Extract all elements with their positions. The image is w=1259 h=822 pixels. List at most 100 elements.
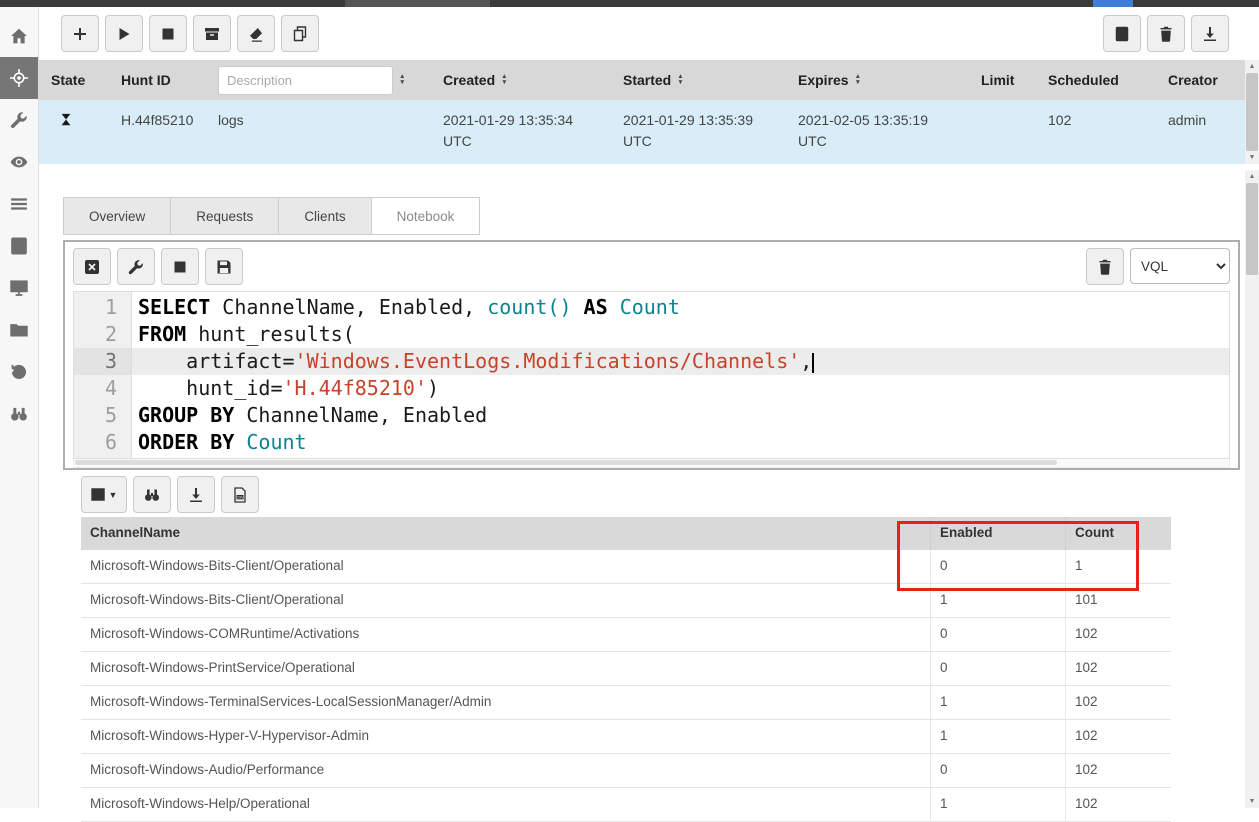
table-row[interactable]: Microsoft-Windows-TerminalServices-Local… bbox=[81, 686, 1171, 720]
binoculars-icon bbox=[144, 487, 160, 503]
description-filter-input[interactable] bbox=[218, 66, 393, 95]
column-header-created: Created ▲▼ bbox=[431, 60, 611, 100]
code-segment: ChannelName, Enabled, bbox=[210, 295, 487, 319]
sidebar-item-server-events[interactable] bbox=[0, 183, 38, 225]
close-cell-button[interactable] bbox=[73, 248, 111, 285]
download-results-button[interactable] bbox=[177, 476, 215, 513]
table-row[interactable]: Microsoft-Windows-Bits-Client/Operationa… bbox=[81, 584, 1171, 618]
code-line[interactable]: GROUP BY ChannelName, Enabled bbox=[132, 402, 1229, 429]
chrome-segment bbox=[345, 0, 490, 7]
tab-overview[interactable]: Overview bbox=[63, 197, 171, 235]
hunt-row-selected[interactable]: H.44f85210 logs 2021-01-29 13:35:34 UTC … bbox=[39, 100, 1259, 164]
column-select-button[interactable]: ▼ bbox=[81, 476, 127, 513]
sidebar-item-virtual-filesystem[interactable] bbox=[0, 267, 38, 309]
tab-notebook[interactable]: Notebook bbox=[371, 197, 481, 235]
scrollbar-thumb[interactable] bbox=[1246, 183, 1258, 275]
table-cell: 101 bbox=[1065, 584, 1171, 617]
sidebar-item-view-artifacts[interactable] bbox=[0, 141, 38, 183]
code-line[interactable]: hunt_id='H.44f85210') bbox=[132, 375, 1229, 402]
search-results-button[interactable] bbox=[133, 476, 171, 513]
sidebar-item-hunt-manager[interactable] bbox=[0, 57, 38, 99]
scroll-down-arrow[interactable]: ▼ bbox=[1245, 151, 1259, 164]
sort-toggle-expires[interactable]: ▲▼ bbox=[855, 74, 861, 86]
column-header-enabled[interactable]: Enabled bbox=[930, 517, 1065, 550]
crosshair-icon bbox=[10, 69, 28, 87]
table-row[interactable]: Microsoft-Windows-Hyper-V-Hypervisor-Adm… bbox=[81, 720, 1171, 754]
table-row[interactable]: Microsoft-Windows-COMRuntime/Activations… bbox=[81, 618, 1171, 652]
sort-toggle-started[interactable]: ▲▼ bbox=[677, 74, 683, 86]
scroll-up-arrow[interactable]: ▲ bbox=[1245, 60, 1259, 73]
sidebar-item-host-information[interactable] bbox=[0, 99, 38, 141]
code-segment bbox=[572, 295, 584, 319]
cell-language-selector[interactable]: VQL bbox=[1130, 248, 1230, 284]
sidebar-item-client-events[interactable] bbox=[0, 351, 38, 393]
csv-file-icon: CSV bbox=[232, 487, 248, 503]
table-row[interactable]: Microsoft-Windows-Help/Operational1102 bbox=[81, 788, 1171, 822]
table-cell: 102 bbox=[1065, 652, 1171, 685]
table-row[interactable]: Microsoft-Windows-PrintService/Operation… bbox=[81, 652, 1171, 686]
tab-clients[interactable]: Clients bbox=[278, 197, 371, 235]
hunt-created-cell: 2021-01-29 13:35:34 UTC bbox=[431, 100, 611, 164]
column-header-hunt-id: Hunt ID bbox=[109, 60, 206, 100]
eraser-icon bbox=[248, 26, 264, 42]
download-icon bbox=[1202, 26, 1218, 42]
table-row[interactable]: Microsoft-Windows-Bits-Client/Operationa… bbox=[81, 550, 1171, 584]
edit-cell-button[interactable] bbox=[117, 248, 155, 285]
column-header-count[interactable]: Count bbox=[1065, 517, 1171, 550]
table-cell: Microsoft-Windows-TerminalServices-Local… bbox=[81, 686, 930, 719]
editor-code[interactable]: SELECT ChannelName, Enabled, count() AS … bbox=[132, 292, 1229, 458]
content-scrollbar[interactable]: ▲ ▼ bbox=[1245, 170, 1259, 808]
sort-toggle-created[interactable]: ▲▼ bbox=[501, 74, 507, 86]
scrollbar-track[interactable] bbox=[1245, 275, 1259, 795]
hunt-download-button[interactable] bbox=[1191, 15, 1229, 52]
hunt-toolbar bbox=[39, 7, 1259, 60]
column-header-limit: Limit bbox=[969, 60, 1036, 100]
play-icon bbox=[116, 26, 132, 42]
cell-toolbar-right: VQL bbox=[1086, 248, 1230, 285]
column-header-scheduled: Scheduled bbox=[1036, 60, 1156, 100]
archive-hunt-button[interactable] bbox=[193, 15, 231, 52]
table-cell: Microsoft-Windows-PrintService/Operation… bbox=[81, 652, 930, 685]
hunt-state-cell bbox=[39, 100, 109, 164]
code-line[interactable]: SELECT ChannelName, Enabled, count() AS … bbox=[132, 294, 1229, 321]
editor-gutter: 123456 bbox=[74, 292, 132, 458]
table-row[interactable]: Microsoft-Windows-Audio/Performance0102 bbox=[81, 754, 1171, 788]
code-line[interactable]: artifact='Windows.EventLogs.Modification… bbox=[132, 348, 1229, 375]
hunt-report-button[interactable] bbox=[1103, 15, 1141, 52]
code-segment: SELECT bbox=[138, 295, 210, 319]
sort-down-icon: ▼ bbox=[501, 80, 507, 86]
sort-down-icon: ▼ bbox=[855, 80, 861, 86]
table-cell: 1 bbox=[930, 788, 1065, 821]
save-cell-button[interactable] bbox=[205, 248, 243, 285]
sidebar-item-search[interactable] bbox=[0, 393, 38, 435]
code-line[interactable]: ORDER BY Count bbox=[132, 429, 1229, 456]
column-label: Created bbox=[443, 72, 495, 88]
scroll-up-arrow[interactable]: ▲ bbox=[1245, 170, 1259, 183]
scrollbar-thumb[interactable] bbox=[1246, 73, 1258, 151]
tab-requests[interactable]: Requests bbox=[170, 197, 279, 235]
sidebar-item-home[interactable] bbox=[0, 15, 38, 57]
table-cell: Microsoft-Windows-Hyper-V-Hypervisor-Adm… bbox=[81, 720, 930, 753]
hunt-trash-button[interactable] bbox=[1147, 15, 1185, 52]
export-csv-button[interactable]: CSV bbox=[221, 476, 259, 513]
vql-editor[interactable]: 123456 SELECT ChannelName, Enabled, coun… bbox=[73, 291, 1230, 459]
code-line[interactable]: FROM hunt_results( bbox=[132, 321, 1229, 348]
code-segment: Count bbox=[620, 295, 680, 319]
run-hunt-button[interactable] bbox=[105, 15, 143, 52]
new-hunt-button[interactable] bbox=[61, 15, 99, 52]
hunt-list-scrollbar[interactable]: ▲ ▼ bbox=[1245, 60, 1259, 164]
editor-horizontal-scrollbar[interactable] bbox=[73, 459, 1230, 468]
delete-cell-button[interactable] bbox=[1086, 248, 1124, 285]
scrollbar-thumb[interactable] bbox=[75, 460, 1057, 465]
scroll-down-arrow[interactable]: ▼ bbox=[1245, 795, 1259, 808]
sidebar-item-server-artifacts[interactable] bbox=[0, 225, 38, 267]
copy-hunt-button[interactable] bbox=[281, 15, 319, 52]
stop-hunt-button[interactable] bbox=[149, 15, 187, 52]
line-number: 4 bbox=[74, 375, 131, 402]
sidebar-item-collected-artifacts[interactable] bbox=[0, 309, 38, 351]
delete-hunt-button[interactable] bbox=[237, 15, 275, 52]
table-cell: Microsoft-Windows-COMRuntime/Activations bbox=[81, 618, 930, 651]
stop-cell-button[interactable] bbox=[161, 248, 199, 285]
column-header-channelname[interactable]: ChannelName bbox=[81, 517, 930, 550]
sort-toggle-description[interactable]: ▲▼ bbox=[399, 74, 405, 86]
